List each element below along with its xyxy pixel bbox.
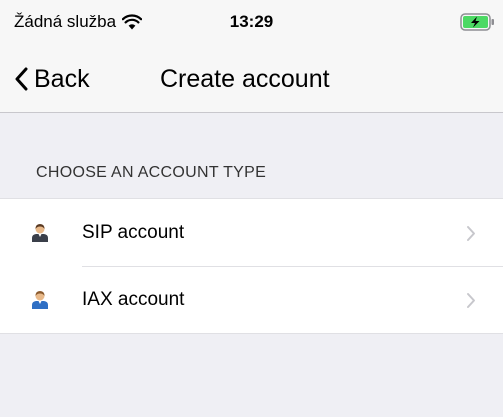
status-time: 13:29 <box>229 12 274 31</box>
account-type-list: SIP account IAX account <box>0 198 503 334</box>
chevron-left-icon <box>15 67 28 91</box>
back-label: Back <box>34 65 90 93</box>
back-button[interactable]: Back <box>14 64 90 94</box>
chevron-right-icon <box>467 293 475 308</box>
iax-account-label: IAX account <box>82 289 185 310</box>
page-title: Create account <box>160 65 330 93</box>
user-avatar-icon <box>32 291 48 309</box>
navigation-bar: Back Create account <box>0 40 503 113</box>
user-avatar-icon <box>32 224 48 242</box>
battery-charging-icon <box>460 13 494 31</box>
sip-account-label: SIP account <box>82 222 185 243</box>
iax-account-row[interactable]: IAX account <box>0 266 503 333</box>
chevron-right-icon <box>467 226 475 241</box>
status-bar: Žádná služba 13:29 <box>0 0 503 40</box>
sip-account-row[interactable]: SIP account <box>0 199 503 266</box>
section-header: CHOOSE AN ACCOUNT TYPE <box>36 164 267 181</box>
